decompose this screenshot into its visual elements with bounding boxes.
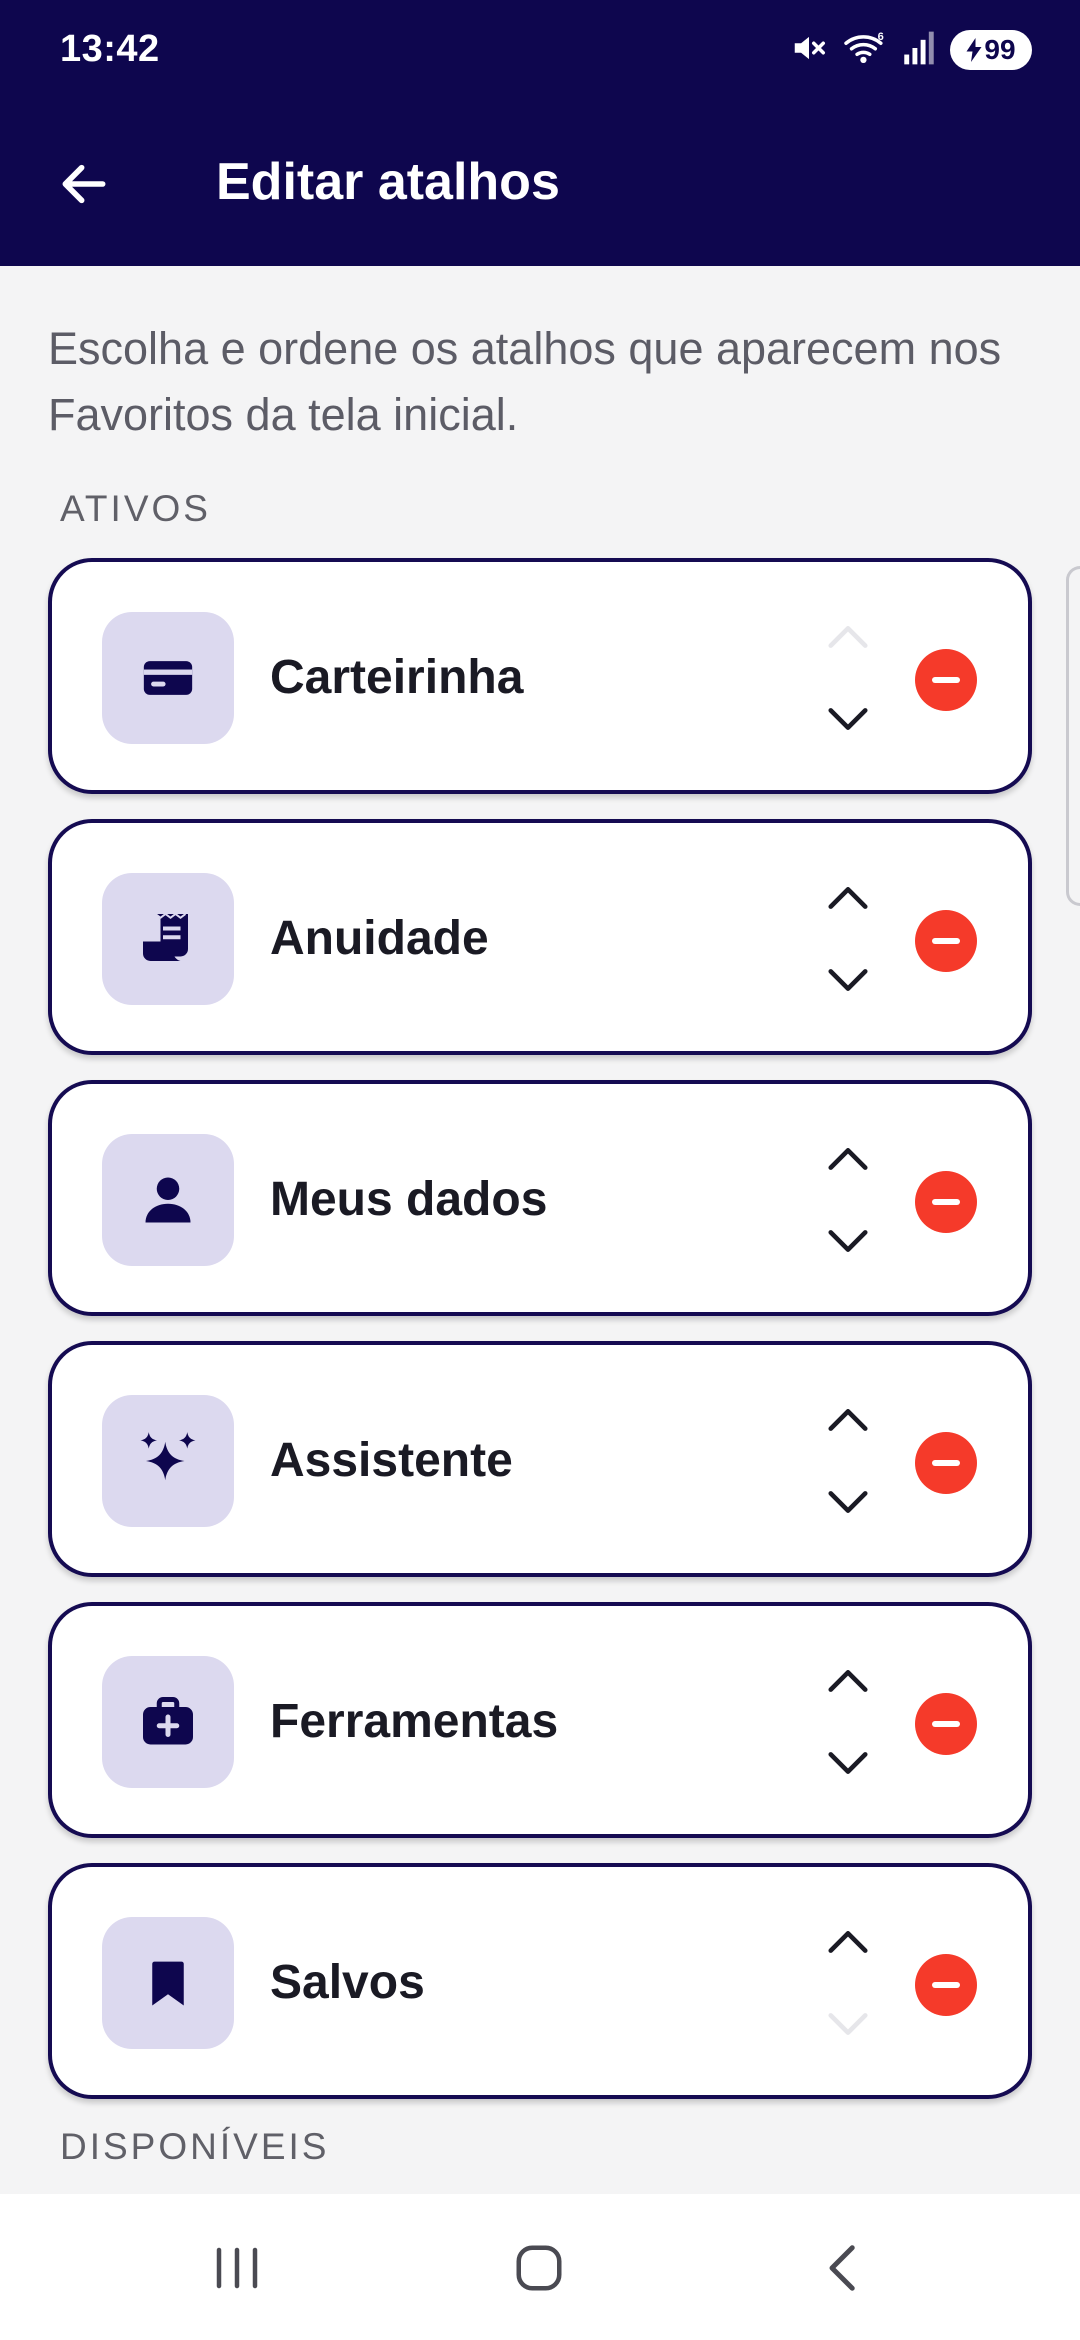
shortcut-label: Assistente [270, 1434, 513, 1487]
chevron-down-icon [828, 1491, 868, 1513]
page-title: Editar atalhos [216, 153, 560, 211]
shortcut-card-salvos[interactable]: Salvos [48, 1863, 1032, 2099]
back-button[interactable] [38, 138, 130, 230]
arrow-left-icon [62, 164, 106, 204]
battery-indicator: 99 [950, 30, 1032, 70]
chevron-up-icon [828, 626, 868, 648]
shortcut-card-anuidade[interactable]: Anuidade [48, 819, 1032, 1055]
chevron-up-icon [828, 1670, 868, 1692]
minus-icon [932, 1982, 960, 1988]
move-up-button[interactable] [818, 867, 878, 927]
remove-button[interactable] [915, 1693, 977, 1755]
home-icon [516, 2245, 562, 2291]
chevron-up-icon [828, 1931, 868, 1953]
minus-icon [932, 677, 960, 683]
move-up-button[interactable] [818, 1389, 878, 1449]
receipt-icon [102, 873, 234, 1005]
shortcut-card-assistente[interactable]: Assistente [48, 1341, 1032, 1577]
section-label-active: ATIVOS [60, 488, 211, 529]
section-label-available: DISPONÍVEIS [60, 2126, 330, 2167]
sparkles-icon [102, 1395, 234, 1527]
shortcut-card-carteirinha[interactable]: Carteirinha [48, 558, 1032, 794]
shortcut-card-ferramentas[interactable]: Ferramentas [48, 1602, 1032, 1838]
minus-icon [932, 1460, 960, 1466]
signal-icon [902, 30, 936, 71]
chevron-up-icon [828, 887, 868, 909]
remove-button[interactable] [915, 910, 977, 972]
shortcut-label: Ferramentas [270, 1695, 559, 1748]
card-icon [102, 612, 234, 744]
shortcut-label: Salvos [270, 1956, 425, 2009]
chevron-down-icon [828, 1752, 868, 1774]
home-button[interactable] [494, 2228, 584, 2308]
minus-icon [932, 938, 960, 944]
status-bar: 13:42 6 99 [0, 0, 1080, 100]
status-icons: 6 99 [790, 26, 1032, 74]
recent-apps-button[interactable] [192, 2228, 282, 2308]
bookmark-icon [102, 1917, 234, 2049]
back-nav-button[interactable] [796, 2228, 886, 2308]
shortcut-label: Meus dados [270, 1173, 548, 1226]
minus-icon [932, 1199, 960, 1205]
person-icon [102, 1134, 234, 1266]
charging-icon [966, 38, 982, 62]
remove-button[interactable] [915, 1954, 977, 2016]
move-down-button[interactable] [818, 951, 878, 1011]
move-down-button [818, 1995, 878, 2055]
move-up-button[interactable] [818, 1911, 878, 1971]
chevron-left-icon [829, 2245, 855, 2291]
chevron-down-icon [828, 969, 868, 991]
remove-button[interactable] [915, 1171, 977, 1233]
move-down-button[interactable] [818, 1473, 878, 1533]
app-bar: Editar atalhos [0, 100, 1080, 266]
move-down-button[interactable] [818, 1212, 878, 1272]
minus-icon [932, 1721, 960, 1727]
move-up-button[interactable] [818, 1650, 878, 1710]
move-up-button[interactable] [818, 1128, 878, 1188]
shortcut-label: Carteirinha [270, 651, 524, 704]
description-text: Escolha e ordene os atalhos que aparecem… [48, 323, 1002, 440]
mute-icon [790, 29, 828, 72]
content-area: Escolha e ordene os atalhos que aparecem… [0, 266, 1080, 2194]
move-down-button[interactable] [818, 690, 878, 750]
recent-apps-icon [216, 2247, 258, 2289]
status-time: 13:42 [60, 28, 160, 70]
chevron-up-icon [828, 1409, 868, 1431]
system-nav-bar [0, 2194, 1080, 2340]
battery-level: 99 [984, 34, 1016, 65]
medical-bag-icon [102, 1656, 234, 1788]
shortcut-card-meus-dados[interactable]: Meus dados [48, 1080, 1032, 1316]
move-up-button [818, 606, 878, 666]
chevron-down-icon [828, 708, 868, 730]
chevron-up-icon [828, 1148, 868, 1170]
chevron-down-icon [828, 2013, 868, 2035]
move-down-button[interactable] [818, 1734, 878, 1794]
scroll-handle[interactable] [1066, 566, 1080, 906]
remove-button[interactable] [915, 1432, 977, 1494]
remove-button[interactable] [915, 649, 977, 711]
chevron-down-icon [828, 1230, 868, 1252]
svg-text:6: 6 [878, 31, 884, 43]
wifi-icon: 6 [842, 29, 888, 72]
shortcut-label: Anuidade [270, 912, 489, 965]
